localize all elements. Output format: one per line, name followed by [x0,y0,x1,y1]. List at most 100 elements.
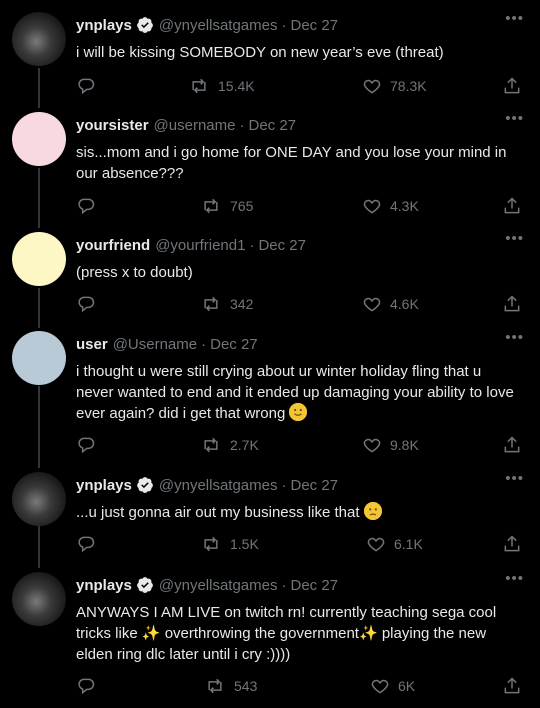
handle[interactable]: @ynyellsatgames [159,17,278,34]
sparkles-icon: ✨ [358,625,378,642]
share-icon [502,435,522,455]
share-button[interactable] [502,435,522,455]
like-button[interactable]: 4.6K [362,294,419,314]
share-button[interactable] [502,294,522,314]
tweet-actions: 342 4.6K [76,294,522,316]
tweet-actions: 1.5K 6.1K [76,534,522,556]
tweet-text: ...u just gonna air out my business like… [76,504,360,521]
display-name[interactable]: yoursister [76,117,149,134]
retweet-count: 342 [230,296,254,312]
reply-icon [76,294,96,314]
tweet[interactable]: yoursister @username · Dec 27 ••• sis...… [0,111,540,222]
more-icon[interactable]: ••• [505,231,524,246]
tweet-actions: 15.4K 78.3K [76,76,522,98]
more-icon[interactable]: ••• [505,471,524,486]
reply-button[interactable] [76,76,96,96]
verified-badge-icon [136,476,154,494]
display-name[interactable]: ynplays [76,17,132,34]
retweet-icon [188,76,210,96]
tweet[interactable]: user @Username · Dec 27 ••• i thought u … [0,330,540,463]
retweet-button[interactable]: 15.4K [188,76,255,96]
tweet-actions: 2.7K 9.8K [76,435,522,457]
tweet-date[interactable]: Dec 27 [248,117,296,134]
avatar[interactable] [12,472,66,526]
like-button[interactable]: 6.1K [366,534,423,554]
separator-dot: · [201,335,207,353]
avatar[interactable] [12,112,66,166]
retweet-button[interactable]: 1.5K [200,534,259,554]
separator-dot: · [239,116,245,134]
like-button[interactable]: 6K [370,676,415,696]
heart-icon [362,76,382,96]
separator-dot: · [281,476,287,494]
share-button[interactable] [502,76,522,96]
reply-button[interactable] [76,534,96,554]
more-icon[interactable]: ••• [505,330,524,345]
avatar[interactable] [12,232,66,286]
tweet[interactable]: yourfriend @yourfriend1 · Dec 27 ••• (pr… [0,231,540,320]
reply-button[interactable] [76,435,96,455]
reply-icon [76,196,96,216]
reply-button[interactable] [76,196,96,216]
more-icon[interactable]: ••• [505,571,524,586]
handle[interactable]: @username [154,117,236,134]
handle[interactable]: @yourfriend1 [155,237,245,254]
retweet-count: 15.4K [218,78,255,94]
retweet-button[interactable]: 2.7K [200,435,259,455]
worried-face-icon [363,502,382,520]
share-button[interactable] [502,196,522,216]
retweet-count: 765 [230,198,254,214]
more-icon[interactable]: ••• [505,111,524,126]
retweet-count: 2.7K [230,437,259,453]
tweet-text-container: ...u just gonna air out my business like… [76,502,518,523]
retweet-count: 1.5K [230,536,259,552]
tweet-date[interactable]: Dec 27 [258,237,306,254]
tweet-text: (press x to doubt) [76,264,193,281]
slightly-smiling-face-icon [289,403,308,421]
like-button[interactable]: 4.3K [362,196,419,216]
avatar[interactable] [12,572,66,626]
handle[interactable]: @ynyellsatgames [159,477,278,494]
tweet-header: user @Username · Dec 27 [76,333,500,355]
tweet-date[interactable]: Dec 27 [290,577,338,594]
share-button[interactable] [502,534,522,554]
retweet-icon [200,534,222,554]
tweet-date[interactable]: Dec 27 [290,477,338,494]
tweet[interactable]: ynplays @ynyellsatgames · Dec 27 ••• i w… [0,11,540,102]
more-icon[interactable]: ••• [505,11,524,26]
display-name[interactable]: yourfriend [76,237,150,254]
handle[interactable]: @ynyellsatgames [159,577,278,594]
retweet-icon [200,196,222,216]
like-button[interactable]: 78.3K [362,76,427,96]
share-button[interactable] [502,676,522,696]
tweet-date[interactable]: Dec 27 [290,17,338,34]
heart-icon [362,294,382,314]
display-name[interactable]: user [76,336,108,353]
handle[interactable]: @Username [113,336,197,353]
tweet[interactable]: ynplays @ynyellsatgames · Dec 27 ••• ...… [0,471,540,562]
avatar[interactable] [12,331,66,385]
tweet-header: ynplays @ynyellsatgames · Dec 27 [76,474,500,496]
like-button[interactable]: 9.8K [362,435,419,455]
retweet-icon [200,435,222,455]
tweet-text: sis...mom and i go home for ONE DAY and … [76,144,507,182]
tweet-header: yoursister @username · Dec 27 [76,114,500,136]
separator-dot: · [249,236,255,254]
separator-dot: · [281,16,287,34]
verified-badge-icon [136,576,154,594]
reply-button[interactable] [76,294,96,314]
separator-dot: · [281,576,287,594]
avatar[interactable] [12,12,66,66]
reply-button[interactable] [76,676,96,696]
heart-icon [366,534,386,554]
reply-icon [76,676,96,696]
tweet-date[interactable]: Dec 27 [210,336,258,353]
retweet-button[interactable]: 765 [200,196,253,216]
retweet-button[interactable]: 342 [200,294,253,314]
display-name[interactable]: ynplays [76,577,132,594]
retweet-button[interactable]: 543 [204,676,257,696]
heart-icon [362,435,382,455]
tweet[interactable]: ynplays @ynyellsatgames · Dec 27 ••• ANY… [0,571,540,702]
display-name[interactable]: ynplays [76,477,132,494]
like-count: 78.3K [390,78,427,94]
